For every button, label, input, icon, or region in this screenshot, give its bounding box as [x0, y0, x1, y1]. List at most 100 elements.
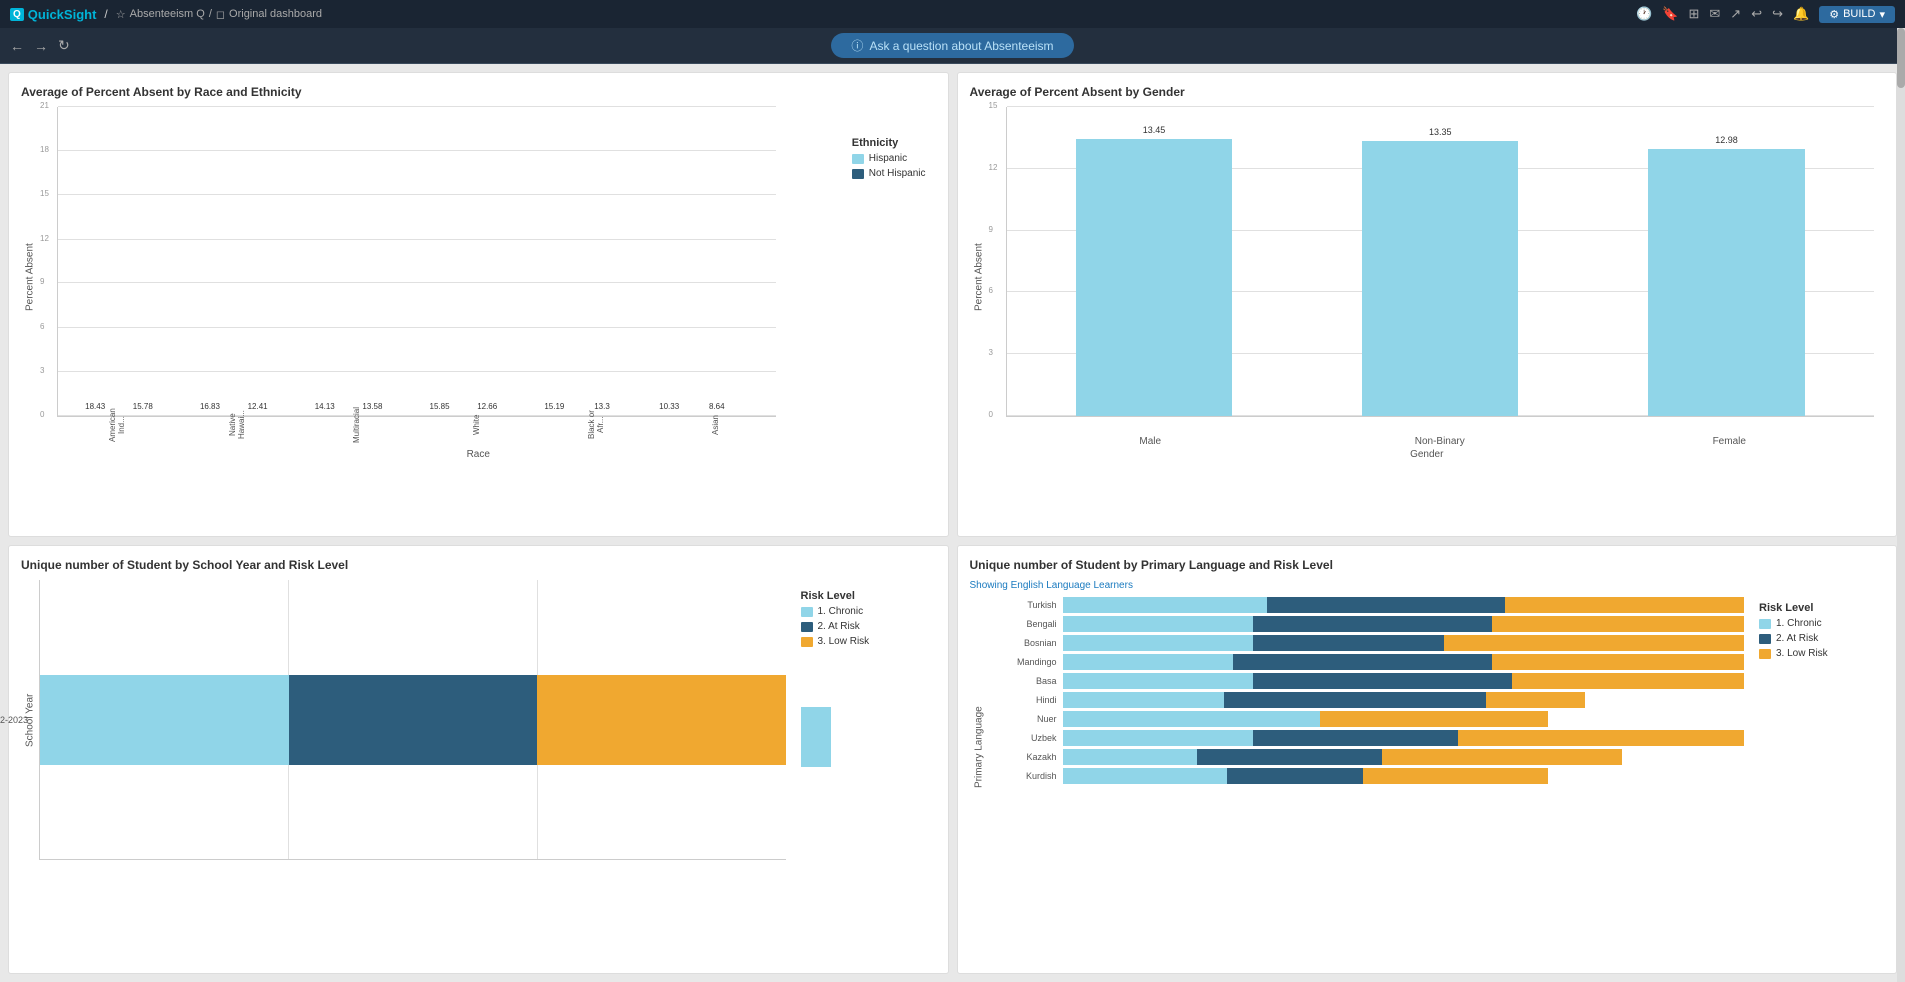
hbar-row-nuer: Nuer: [998, 711, 1745, 727]
ask-question-label: Ask a question about Absenteeism: [869, 39, 1053, 53]
school-year-label: 2022-2023: [0, 715, 28, 725]
chart1-y-axis-label: Percent Absent: [21, 107, 39, 447]
star-icon: ☆: [116, 8, 126, 21]
chart2-title: Average of Percent Absent by Gender: [970, 85, 1885, 99]
chart1-legend: Ethnicity Hispanic Not Hispanic: [852, 137, 926, 183]
gridline-12: 12: [58, 239, 776, 240]
seg-chronic-basa: [1063, 673, 1254, 689]
seg-atrisk-2022-2023: [289, 675, 538, 765]
build-button[interactable]: ⚙ BUILD ▾: [1819, 6, 1895, 23]
legend-color-at-risk: [801, 622, 813, 632]
share-icon[interactable]: ↗: [1730, 6, 1741, 22]
redo-icon[interactable]: ↪: [1772, 6, 1783, 22]
gridline-15: 15: [58, 194, 776, 195]
hbar-row-bosnian: Bosnian: [998, 635, 1745, 651]
x-label-multiracial: Multiracial: [297, 405, 417, 447]
forward-icon[interactable]: →: [34, 38, 48, 54]
seg-chronic-mandingo: [1063, 654, 1233, 670]
legend-item-low-risk-4: 3. Low Risk: [1759, 648, 1884, 659]
hbar-label-kurdish: Kurdish: [998, 771, 1063, 781]
legend-color-not-hispanic: [852, 169, 864, 179]
hbar-row-uzbek: Uzbek: [998, 730, 1745, 746]
hbar-row-turkish: Turkish: [998, 597, 1745, 613]
bar-female: 12.98: [1648, 149, 1804, 416]
gridline-9: 9: [58, 282, 776, 283]
hbar-stacked-basa: [1063, 673, 1745, 689]
dashboard-icon: ◻: [216, 8, 225, 21]
hbar-label-mandingo: Mandingo: [998, 657, 1063, 667]
legend-label-at-risk: 2. At Risk: [818, 621, 860, 632]
chart1-legend-title: Ethnicity: [852, 137, 926, 149]
scrollbar-thumb[interactable]: [1897, 28, 1905, 88]
seg-atrisk-kazakh: [1197, 749, 1382, 765]
hbar-row-kurdish: Kurdish: [998, 768, 1745, 784]
seg-lowrisk-turkish: [1505, 597, 1744, 613]
top-navigation: Q QuickSight / ☆ Absenteeism Q / ◻ Origi…: [0, 0, 1905, 28]
stacked-bar-2022-2023: [40, 675, 786, 765]
grid-icon[interactable]: ⊞: [1688, 6, 1699, 22]
hbar-label-bengali: Bengali: [998, 619, 1063, 629]
chart4-y-axis-label: Primary Language: [970, 597, 988, 897]
chart-school-year: Unique number of Student by School Year …: [8, 545, 949, 974]
back-icon[interactable]: ←: [10, 38, 24, 54]
breadcrumb-item-1[interactable]: Absenteeism Q: [130, 8, 205, 20]
legend-item-not-hispanic: Not Hispanic: [852, 168, 926, 179]
hbar-stacked-bengali: [1063, 616, 1745, 632]
breadcrumb-separator: /: [104, 7, 107, 21]
hbar-stacked-turkish: [1063, 597, 1745, 613]
legend-item-hispanic: Hispanic: [852, 153, 926, 164]
build-icon: ⚙: [1829, 8, 1839, 21]
bell-icon[interactable]: 🔔: [1793, 6, 1809, 22]
legend-color-low-risk: [801, 637, 813, 647]
hbar-stacked-bosnian: [1063, 635, 1745, 651]
undo-icon[interactable]: ↩: [1751, 6, 1762, 22]
dashboard-content: Average of Percent Absent by Race and Et…: [0, 64, 1905, 982]
nav-icons: 🕐 🔖 ⊞ ✉ ↗ ↩ ↪ 🔔 ⚙ BUILD ▾: [1636, 6, 1895, 23]
main-toolbar: ← → ↻ ⓘ Ask a question about Absenteeism: [0, 28, 1905, 64]
small-chronic-bar: [801, 707, 831, 767]
seg-atrisk-basa: [1253, 673, 1512, 689]
hbar-label-bosnian: Bosnian: [998, 638, 1063, 648]
seg-lowrisk-mandingo: [1492, 654, 1744, 670]
seg-lowrisk-2022-2023: [537, 675, 786, 765]
hbar-stacked-uzbek: [1063, 730, 1745, 746]
x-label-nonbinary: Non-Binary: [1295, 436, 1585, 447]
seg-chronic-turkish: [1063, 597, 1267, 613]
h-bar-chart: Turkish Bengali: [988, 597, 1745, 784]
scrollbar[interactable]: [1897, 28, 1905, 982]
chart1-title: Average of Percent Absent by Race and Et…: [21, 85, 936, 99]
hbar-stacked-kurdish: [1063, 768, 1548, 784]
gridline-18: 18: [58, 150, 776, 151]
chart4-title: Unique number of Student by Primary Lang…: [970, 558, 1885, 572]
x-label-black: Black or Afr...: [536, 405, 656, 447]
legend-color-low-risk-4: [1759, 649, 1771, 659]
build-label: BUILD: [1843, 8, 1875, 20]
clock-icon[interactable]: 🕐: [1636, 6, 1652, 22]
chart-race-ethnicity: Average of Percent Absent by Race and Et…: [8, 72, 949, 537]
hbar-stacked-kazakh: [1063, 749, 1623, 765]
legend-item-at-risk-4: 2. At Risk: [1759, 633, 1884, 644]
seg-chronic-uzbek: [1063, 730, 1254, 746]
legend-color-at-risk-4: [1759, 634, 1771, 644]
legend-item-chronic-4: 1. Chronic: [1759, 618, 1884, 629]
seg-lowrisk-hindi: [1486, 692, 1585, 708]
mail-icon[interactable]: ✉: [1709, 6, 1720, 22]
x-label-american-indian: American Ind...: [57, 405, 177, 447]
legend-label-low-risk-4: 3. Low Risk: [1776, 648, 1828, 659]
legend-label-hispanic: Hispanic: [869, 153, 907, 164]
seg-atrisk-uzbek: [1253, 730, 1457, 746]
seg-atrisk-bengali: [1253, 616, 1492, 632]
seg-lowrisk-bosnian: [1444, 635, 1744, 651]
small-chronic-indicator: [801, 707, 936, 767]
ask-question-button[interactable]: ⓘ Ask a question about Absenteeism: [831, 33, 1073, 58]
hbar-stacked-nuer: [1063, 711, 1548, 727]
refresh-icon[interactable]: ↻: [58, 37, 70, 54]
hbar-label-hindi: Hindi: [998, 695, 1063, 705]
chart-primary-language: Unique number of Student by Primary Lang…: [957, 545, 1898, 974]
bookmark-icon[interactable]: 🔖: [1662, 6, 1678, 22]
seg-lowrisk-nuer: [1320, 711, 1548, 727]
breadcrumb-item-2[interactable]: Original dashboard: [229, 8, 322, 20]
seg-atrisk-hindi: [1224, 692, 1485, 708]
gridline-6: 6: [58, 327, 776, 328]
chart-gender: Average of Percent Absent by Gender Perc…: [957, 72, 1898, 537]
